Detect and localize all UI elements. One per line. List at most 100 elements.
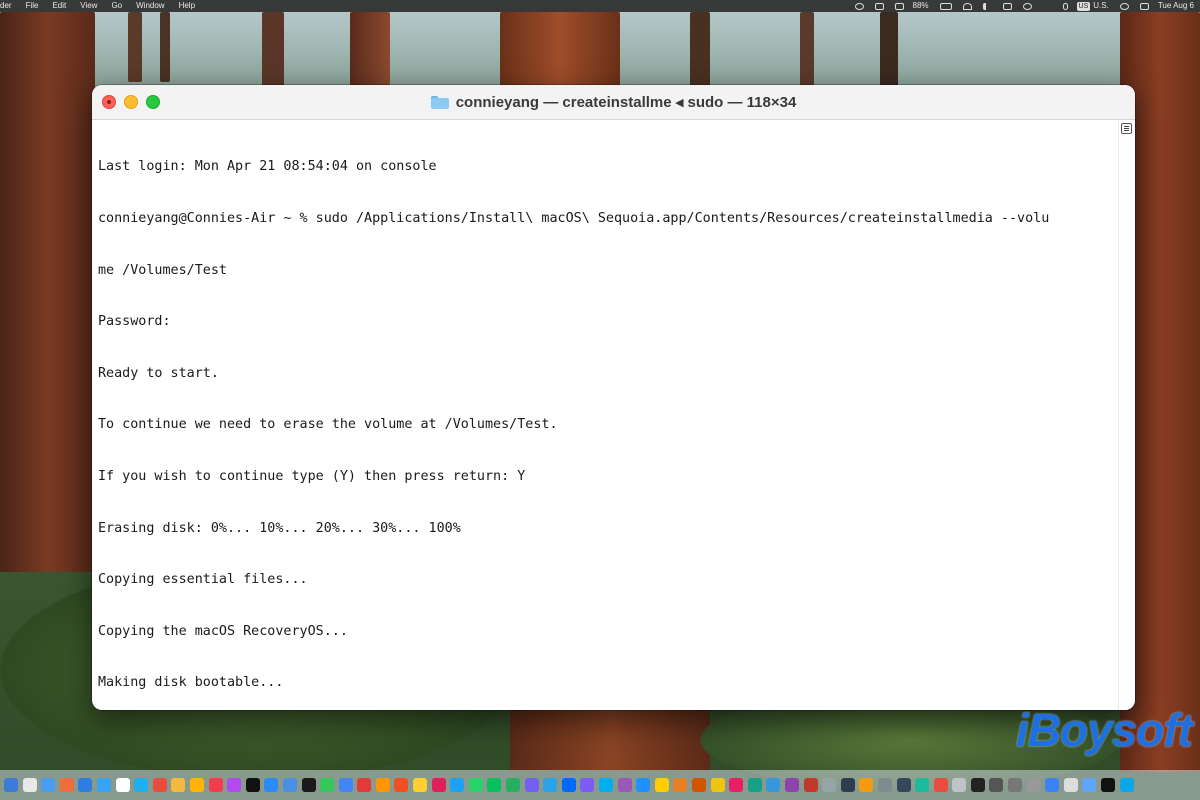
dock-app-icon[interactable] (1008, 778, 1023, 792)
dock-app-icon[interactable] (506, 778, 521, 792)
butterfly-icon[interactable] (1022, 2, 1032, 10)
dock-app-icon[interactable] (747, 778, 762, 792)
dock-app-icon[interactable] (803, 778, 818, 792)
dock-app-icon[interactable] (245, 778, 260, 792)
dock-app-icon[interactable] (710, 778, 725, 792)
marks-menu-icon[interactable] (1121, 123, 1132, 134)
menu-bar-status: 88% US U.S. Tue Aug 6 (844, 0, 1200, 12)
dock-app-icon[interactable] (543, 778, 558, 792)
terminal-output[interactable]: Last login: Mon Apr 21 08:54:04 on conso… (92, 120, 1119, 710)
menu-go[interactable]: Go (111, 0, 122, 12)
dock-app-icon[interactable] (1045, 778, 1060, 792)
tree-trunk (880, 12, 898, 87)
dock-app-icon[interactable] (784, 778, 799, 792)
search-icon[interactable] (1119, 2, 1129, 10)
wifi-icon[interactable] (962, 2, 972, 10)
input-source-badge[interactable]: US (1076, 1, 1091, 11)
dock-app-icon[interactable] (227, 778, 242, 792)
dock-app-icon[interactable] (394, 778, 409, 792)
dock-app-icon[interactable] (1119, 778, 1134, 792)
dock (0, 770, 1200, 800)
dock-app-icon[interactable] (952, 778, 967, 792)
terminal-line: Erasing disk: 0%... 10%... 20%... 30%...… (98, 520, 461, 536)
tree-trunk (510, 700, 710, 770)
dock-app-icon[interactable] (487, 778, 502, 792)
battery-icon[interactable] (939, 2, 952, 10)
dock-app-icon[interactable] (729, 778, 744, 792)
dock-app-icon[interactable] (320, 778, 335, 792)
dock-app-icon[interactable] (561, 778, 576, 792)
terminal-line: To continue we need to erase the volume … (98, 417, 558, 433)
dock-app-icon[interactable] (599, 778, 613, 792)
dock-app-icon[interactable] (617, 778, 632, 792)
dock-app-icon[interactable] (357, 778, 372, 792)
dock-app-icon[interactable] (877, 778, 892, 792)
terminal-line: me /Volumes/Test (98, 262, 227, 278)
dock-app-icon[interactable] (1026, 778, 1041, 792)
dock-app-icon[interactable] (524, 778, 539, 792)
menu-file[interactable]: File (26, 0, 39, 12)
menu-help[interactable]: Help (179, 0, 195, 12)
menu-edit[interactable]: Edit (52, 0, 66, 12)
terminal-window: connieyang — createinstallme ◂ sudo — 11… (92, 85, 1135, 710)
dock-app-icon[interactable] (822, 778, 837, 792)
dock-app-icon[interactable] (1082, 778, 1097, 792)
menu-window[interactable]: Window (136, 0, 164, 12)
scrollbar[interactable] (1118, 120, 1135, 710)
dock-app-icon[interactable] (41, 778, 56, 792)
dock-app-icon[interactable] (636, 778, 651, 792)
dock-app-icon[interactable] (152, 778, 167, 792)
menu-view[interactable]: View (80, 0, 97, 12)
dock-app-icon[interactable] (915, 778, 930, 792)
dock-app-icon[interactable] (59, 778, 74, 792)
dock-app-icon[interactable] (933, 778, 948, 792)
dock-app-icon[interactable] (375, 778, 390, 792)
dock-app-icon[interactable] (264, 778, 279, 792)
dock-app-icon[interactable] (4, 778, 18, 792)
dock-app-icon[interactable] (96, 778, 111, 792)
tree-trunk (690, 12, 710, 87)
dock-app-icon[interactable] (171, 778, 186, 792)
dock-app-icon[interactable] (654, 778, 669, 792)
dock-app-icon[interactable] (1101, 778, 1116, 792)
dock-app-icon[interactable] (1063, 778, 1078, 792)
user-icon[interactable] (854, 2, 864, 10)
dock-app-icon[interactable] (896, 778, 911, 792)
display-icon[interactable] (894, 2, 904, 10)
screen-mirror-icon[interactable] (874, 2, 884, 10)
dock-app-icon[interactable] (970, 778, 985, 792)
bluetooth-icon[interactable] (1062, 2, 1068, 10)
dock-app-icon[interactable] (580, 778, 595, 792)
window-title: connieyang — createinstallme ◂ sudo — 11… (455, 94, 797, 111)
dock-app-icon[interactable] (338, 778, 353, 792)
dock-app-icon[interactable] (22, 778, 37, 792)
dock-app-icon[interactable] (989, 778, 1004, 792)
dock-app-icon[interactable] (431, 778, 446, 792)
dock-app-icon[interactable] (115, 778, 130, 792)
dock-app-icon[interactable] (673, 778, 688, 792)
volume-icon[interactable] (982, 2, 992, 10)
terminal-line: Last login: Mon Apr 21 08:54:04 on conso… (98, 159, 437, 175)
dock-app-icon[interactable] (189, 778, 204, 792)
tree-trunk (160, 12, 170, 82)
dock-app-icon[interactable] (78, 778, 93, 792)
dock-app-icon[interactable] (859, 778, 874, 792)
dock-app-icon[interactable] (450, 778, 465, 792)
title-bar[interactable]: connieyang — createinstallme ◂ sudo — 11… (92, 85, 1135, 120)
dock-app-icon[interactable] (468, 778, 483, 792)
battery-percentage: 88% (912, 1, 929, 10)
dock-app-icon[interactable] (691, 778, 706, 792)
control-center-icon[interactable] (1139, 2, 1149, 10)
dock-app-icon[interactable] (208, 778, 223, 792)
menu-app-name[interactable]: der (0, 0, 12, 12)
dock-app-icon[interactable] (301, 778, 316, 792)
screenshot-icon[interactable] (1002, 2, 1012, 10)
dock-app-icon[interactable] (413, 778, 428, 792)
terminal-line: If you wish to continue type (Y) then pr… (98, 468, 526, 484)
clock[interactable]: Tue Aug 6 (1158, 0, 1194, 12)
app-icon[interactable] (1043, 3, 1052, 10)
dock-app-icon[interactable] (282, 778, 297, 792)
dock-app-icon[interactable] (134, 778, 149, 792)
dock-app-icon[interactable] (840, 778, 855, 792)
dock-app-icon[interactable] (766, 778, 781, 792)
